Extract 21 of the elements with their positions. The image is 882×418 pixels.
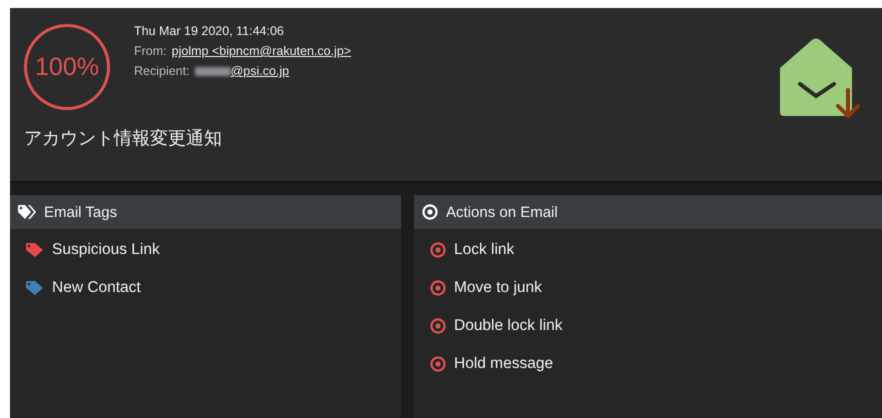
score-ring: 100% xyxy=(24,24,110,110)
target-icon xyxy=(430,280,446,296)
recipient-label: Recipient: xyxy=(134,64,190,78)
from-label: From: xyxy=(134,44,167,58)
sender-link[interactable]: pjolmp <bipncm@rakuten.co.jp> xyxy=(172,44,352,58)
tag-label: Suspicious Link xyxy=(52,241,160,259)
panel-title: Actions on Email xyxy=(446,204,558,220)
recipient-link[interactable]: @psi.co.jp xyxy=(230,64,290,78)
action-label[interactable]: Double lock link xyxy=(454,317,563,335)
target-icon xyxy=(422,204,438,220)
action-label[interactable]: Lock link xyxy=(454,241,514,259)
panel-title: Email Tags xyxy=(44,204,118,220)
target-icon xyxy=(430,356,446,372)
email-subject: アカウント情報変更通知 xyxy=(24,127,223,150)
email-date: Thu Mar 19 2020, 11:44:06 xyxy=(134,24,285,38)
tag-label: New Contact xyxy=(52,279,141,297)
action-label[interactable]: Hold message xyxy=(454,355,554,373)
target-icon xyxy=(430,242,446,258)
action-label[interactable]: Move to junk xyxy=(454,279,542,297)
target-icon xyxy=(430,318,446,334)
tag-icon xyxy=(18,205,36,219)
